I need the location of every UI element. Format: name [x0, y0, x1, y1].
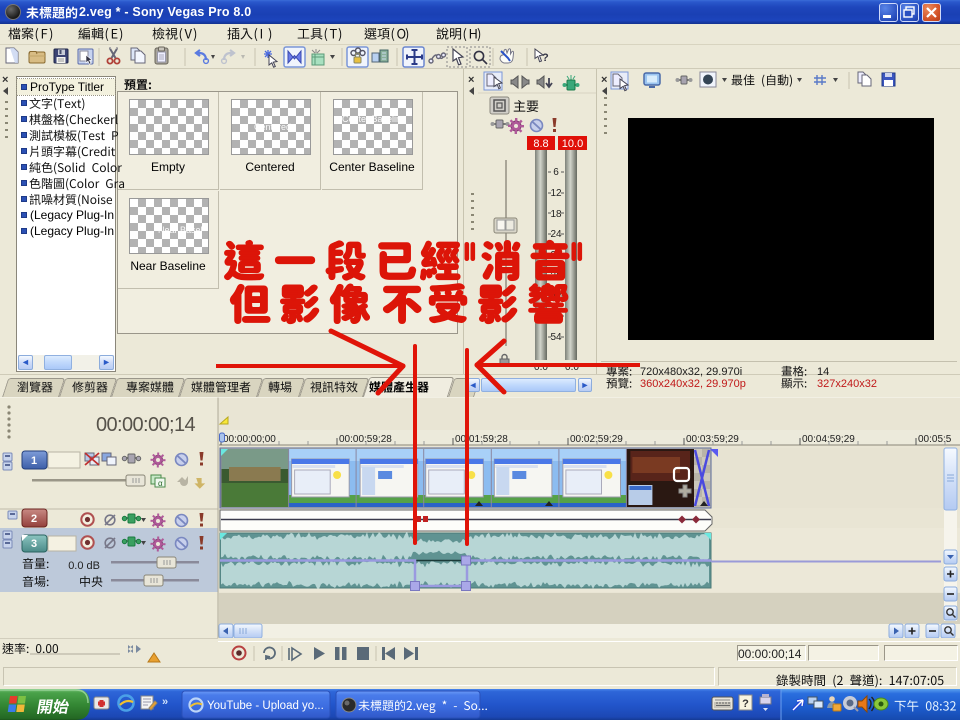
svg-text:α: α: [158, 479, 163, 488]
svg-text:30: 30: [550, 250, 562, 261]
svg-text:0.0: 0.0: [565, 362, 579, 373]
svg-text:18: 18: [550, 209, 562, 220]
svg-text:1: 1: [31, 455, 37, 467]
svg-text:3: 3: [31, 538, 37, 550]
svg-text:36: 36: [550, 271, 562, 282]
svg-text:?: ?: [542, 52, 549, 64]
svg-text:54: 54: [550, 332, 562, 343]
svg-text:42: 42: [550, 291, 562, 302]
svg-text:8.8: 8.8: [533, 138, 548, 150]
svg-text:0.0 dB: 0.0 dB: [68, 560, 100, 572]
svg-text:2: 2: [31, 513, 37, 525]
svg-text:»: »: [162, 696, 168, 708]
svg-text:?: ?: [742, 698, 749, 710]
svg-text:00:05:5: 00:05:5: [918, 434, 952, 445]
svg-text:24: 24: [550, 229, 562, 240]
svg-text:6: 6: [553, 167, 559, 178]
svg-text:0.0: 0.0: [534, 362, 548, 373]
svg-text:12: 12: [550, 188, 562, 199]
svg-text:48: 48: [550, 312, 562, 323]
svg-text:YouTube - Upload yo...: YouTube - Upload yo...: [207, 700, 324, 712]
svg-text:10.0: 10.0: [562, 138, 583, 150]
